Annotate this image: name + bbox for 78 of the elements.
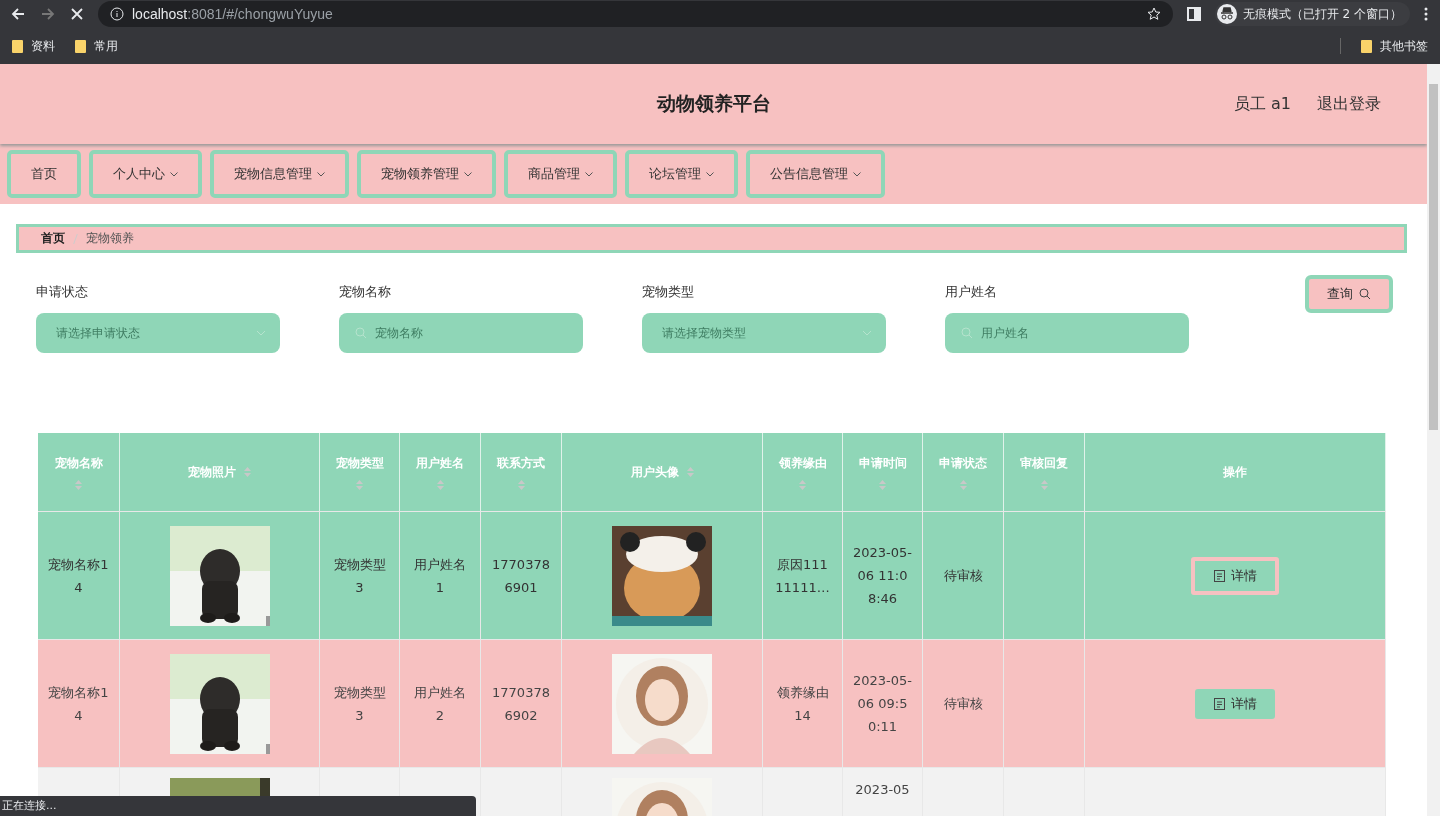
incognito-indicator[interactable]: 无痕模式（已打开 2 个窗口） (1214, 2, 1410, 26)
address-bar[interactable]: localhost:8081/#/chongwuYuyue (98, 1, 1173, 27)
caret-icon (256, 330, 266, 336)
caret-icon (585, 171, 593, 177)
document-icon (1213, 697, 1225, 710)
caret-icon (853, 171, 861, 177)
table-cell-text: 用户姓名1 (413, 555, 467, 597)
caret-icon (862, 330, 872, 336)
table-cell-text: 2023-05-06 11:08:46 (853, 544, 912, 608)
scrollbar[interactable] (1427, 64, 1440, 816)
nav-menu-item[interactable]: 宠物领养管理 (357, 150, 496, 198)
filter-label: 宠物类型 (642, 283, 695, 301)
table-cell-text: 待审核 (943, 567, 983, 585)
sort-icon[interactable] (1040, 479, 1048, 490)
more-icon[interactable] (1424, 7, 1428, 21)
caret-icon (317, 171, 325, 177)
table-cell-text: 宠物类型3 (332, 683, 387, 725)
sort-icon[interactable] (959, 479, 967, 490)
caret-icon (170, 171, 178, 177)
back-icon[interactable] (10, 6, 26, 22)
table-cell-text: 领养缘由14 (775, 683, 830, 725)
breadcrumb-item[interactable]: 首页 (41, 230, 65, 247)
filter-label: 申请状态 (36, 283, 89, 301)
table-cell-text: 17703786902 (491, 683, 551, 725)
table-cell-text: 用户姓名2 (413, 683, 467, 725)
search-icon (961, 327, 973, 339)
nav-menu-item[interactable]: 公告信息管理 (746, 150, 885, 198)
search-icon (355, 327, 367, 339)
table-cell-text: 17703786901 (491, 555, 551, 597)
select-field[interactable]: 请选择宠物类型 (642, 313, 886, 353)
details-button[interactable]: 详情 (1191, 556, 1279, 595)
table-cell-text: 2023-05 (855, 781, 910, 799)
details-button[interactable]: 详情 (1195, 688, 1275, 719)
user-name: 员工 a1 (1233, 93, 1291, 115)
search-field[interactable]: 宠物名称 (339, 313, 583, 353)
nav-menu-item[interactable]: 宠物信息管理 (210, 150, 349, 198)
search-field[interactable]: 用户姓名 (945, 313, 1189, 353)
bookmark-folder[interactable]: 资料 (12, 37, 55, 55)
table-cell-text: 2023-05-06 09:50:11 (853, 672, 912, 736)
table-cell-text: 宠物名称14 (48, 683, 109, 725)
star-icon[interactable] (1146, 7, 1161, 21)
status-bubble: 正在连接... (0, 796, 476, 816)
search-icon (1359, 288, 1371, 300)
filter-label: 用户姓名 (945, 283, 998, 301)
folder-icon (75, 39, 86, 53)
sort-icon[interactable] (879, 479, 886, 490)
sort-icon[interactable] (436, 479, 444, 490)
breadcrumb-item: 宠物领养 (86, 230, 134, 247)
info-icon[interactable] (110, 7, 124, 21)
filter-label: 宠物名称 (339, 283, 392, 301)
table-cell-text: 宠物名称14 (48, 555, 109, 597)
query-button[interactable]: 查询 (1305, 275, 1393, 313)
table-cell-text: 原因11111111… (774, 555, 831, 597)
table-cell-text: 宠物类型3 (332, 555, 387, 597)
forward-icon[interactable] (40, 6, 56, 22)
sort-icon[interactable] (799, 479, 806, 490)
sort-icon[interactable] (244, 467, 251, 477)
select-field[interactable]: 请选择申请状态 (36, 313, 280, 353)
sort-icon[interactable] (686, 467, 694, 477)
logout-link[interactable]: 退出登录 (1317, 93, 1381, 115)
folder-icon (12, 39, 23, 53)
sort-icon[interactable] (517, 479, 525, 490)
sort-icon[interactable] (75, 479, 82, 490)
nav-menu-item[interactable]: 个人中心 (89, 150, 202, 198)
table-cell-text: 待审核 (943, 695, 983, 713)
folder-icon (1361, 39, 1372, 53)
nav-menu-item[interactable]: 论坛管理 (625, 150, 738, 198)
caret-icon (706, 171, 714, 177)
bookmark-folder[interactable]: 常用 (75, 37, 118, 55)
caret-icon (464, 171, 472, 177)
stop-icon[interactable] (70, 7, 84, 21)
sidebar-icon[interactable] (1186, 7, 1201, 21)
sort-icon[interactable] (356, 479, 363, 490)
nav-menu-item[interactable]: 商品管理 (504, 150, 617, 198)
document-icon (1213, 569, 1225, 582)
nav-menu-item[interactable]: 首页 (7, 150, 81, 198)
site-title: 动物领养平台 (656, 91, 771, 116)
bookmark-folder[interactable]: 其他书签 (1361, 37, 1428, 55)
